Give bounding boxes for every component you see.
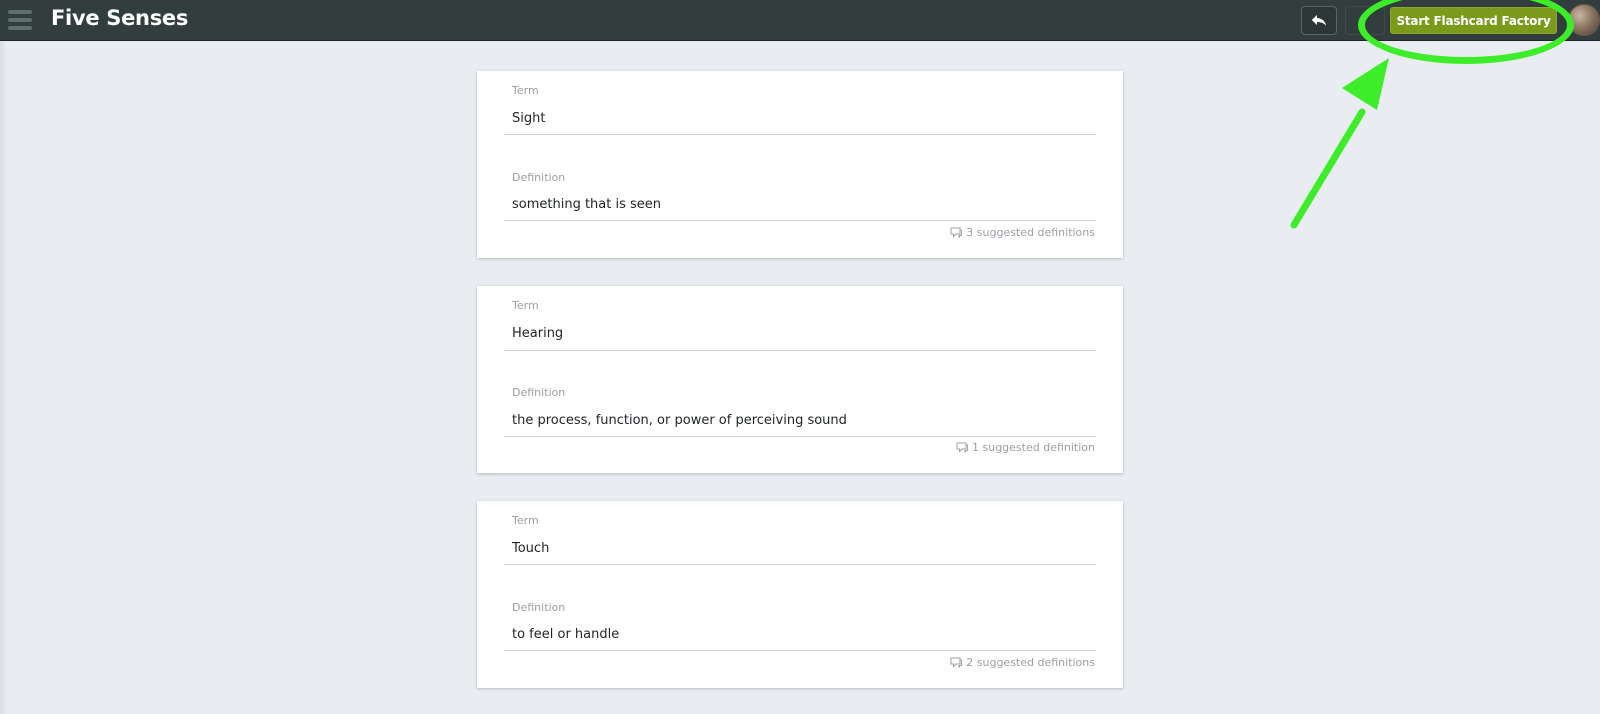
definition-label: Definition <box>512 601 566 614</box>
definition-label: Definition <box>512 171 566 184</box>
hamburger-menu-icon[interactable] <box>8 8 32 32</box>
term-underline <box>504 350 1096 351</box>
suggested-definitions-label: 2 suggested definitions <box>966 656 1095 669</box>
top-bar: Five Senses Start Flashcard Factory <box>0 0 1600 41</box>
back-button[interactable] <box>1301 6 1337 35</box>
secondary-button[interactable] <box>1345 6 1385 35</box>
avatar[interactable] <box>1568 4 1600 36</box>
definition-underline <box>504 650 1096 651</box>
left-panel-edge <box>0 41 7 714</box>
suggested-definitions-link[interactable]: 3 suggested definitions <box>950 226 1095 239</box>
flashcard-3: Term Touch Definition to feel or handle … <box>477 501 1123 688</box>
flashcard-2: Term Hearing Definition the process, fun… <box>477 286 1123 473</box>
definition-label: Definition <box>512 386 566 399</box>
term-label: Term <box>512 514 539 527</box>
speech-bubble-icon <box>950 227 963 238</box>
reply-arrow-icon <box>1311 14 1326 26</box>
suggested-definitions-label: 3 suggested definitions <box>966 226 1095 239</box>
suggested-definitions-label: 1 suggested definition <box>972 441 1095 454</box>
term-label: Term <box>512 84 539 97</box>
suggested-definitions-link[interactable]: 2 suggested definitions <box>950 656 1095 669</box>
term-input[interactable]: Hearing <box>512 326 1092 341</box>
annotation-arrow-icon <box>1290 58 1389 229</box>
term-input[interactable]: Touch <box>512 541 1092 556</box>
term-underline <box>504 564 1096 565</box>
definition-input[interactable]: the process, function, or power of perce… <box>512 413 1092 428</box>
speech-bubble-icon <box>950 657 963 668</box>
term-underline <box>504 134 1096 135</box>
page-title: Five Senses <box>51 6 189 30</box>
definition-underline <box>504 436 1096 437</box>
flashcard-1: Term Sight Definition something that is … <box>477 71 1123 258</box>
suggested-definitions-link[interactable]: 1 suggested definition <box>956 441 1095 454</box>
term-input[interactable]: Sight <box>512 111 1092 126</box>
definition-underline <box>504 220 1096 221</box>
speech-bubble-icon <box>956 442 968 453</box>
definition-input[interactable]: to feel or handle <box>512 627 1092 642</box>
start-flashcard-factory-button[interactable]: Start Flashcard Factory <box>1390 7 1557 34</box>
definition-input[interactable]: something that is seen <box>512 197 1092 212</box>
term-label: Term <box>512 299 539 312</box>
